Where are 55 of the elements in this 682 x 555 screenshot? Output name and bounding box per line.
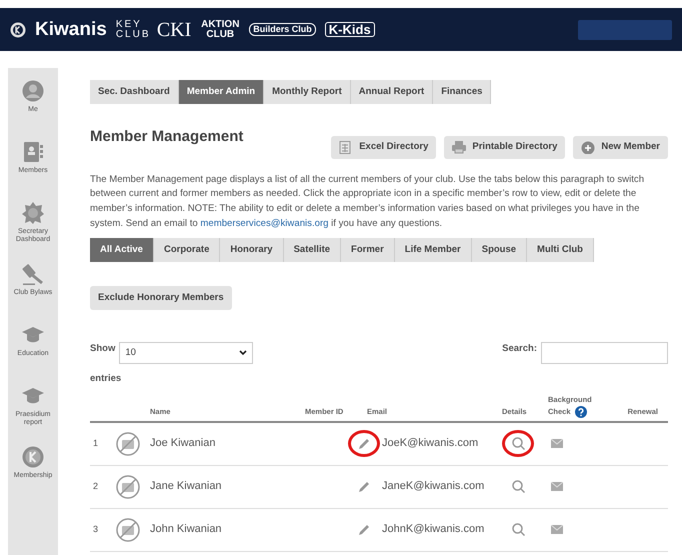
entries-label: entries: [90, 372, 122, 386]
email-text: JoeK@kiwanis.com: [382, 436, 480, 452]
email-text: JohnK@kiwanis.com: [382, 522, 486, 538]
logo-text[interactable]: Builders Club: [249, 23, 316, 36]
toolbar-button[interactable]: Printable Directory: [444, 136, 566, 158]
row-number: 2: [92, 480, 100, 493]
plus-icon: [581, 140, 596, 154]
no-photo-icon: [116, 474, 140, 499]
toolbar-button[interactable]: Excel Directory: [331, 136, 436, 158]
account-panel[interactable]: [578, 20, 672, 40]
row-number: 3: [92, 522, 100, 536]
envelope-icon[interactable]: [551, 439, 563, 448]
search-icon[interactable]: [512, 523, 524, 536]
page-title: Member Management: [90, 128, 244, 146]
edit-icon[interactable]: [358, 524, 370, 536]
logo-text[interactable]: CKI: [156, 20, 192, 40]
envelope-icon[interactable]: [551, 482, 563, 492]
search-icon[interactable]: [512, 437, 524, 450]
description-text: The Member Management page displays a list of all the current members of your club. Use the tabs below this paragraph to switch between current and former members as needed. Click the appropriate icon in a specific member’s row to view, edit or delete the member’s information. NOTE: The ability to edit or delete a member’s information varies based on what privileges you have in the system. Send an email to memberservices@kiwanis.org if you have any questions.: [90, 172, 646, 232]
member-name[interactable]: John Kiwanian: [150, 521, 348, 538]
tab[interactable]: Sec. Dashboard: [90, 80, 179, 104]
address-book-icon[interactable]: [22, 141, 44, 163]
search-label: Search:: [502, 342, 537, 356]
exclude-button[interactable]: Exclude Honorary Members: [90, 286, 232, 310]
chevron-down-icon: [239, 350, 248, 356]
toolbar-button[interactable]: New Member: [573, 136, 668, 158]
gavel-icon[interactable]: [22, 263, 44, 285]
email-text: JaneK@kiwanis.com: [382, 479, 486, 494]
printer-icon: [452, 140, 466, 154]
logo-text[interactable]: AKTION CLUB: [200, 20, 240, 39]
logo-text[interactable]: Kiwanis: [35, 20, 107, 39]
sheet-icon: [339, 140, 354, 154]
filter-tab[interactable]: All Active: [90, 238, 154, 262]
search-icon[interactable]: [512, 480, 524, 494]
member-name[interactable]: Joe Kiwanian: [150, 435, 348, 452]
select-value: 10: [125, 346, 136, 360]
row-number: 1: [92, 436, 100, 450]
edit-icon[interactable]: [358, 438, 370, 450]
no-photo-icon: [116, 518, 140, 542]
person-icon[interactable]: [22, 80, 44, 102]
badge-icon[interactable]: [22, 202, 44, 224]
envelope-icon[interactable]: [551, 525, 563, 534]
kiwanis-emblem-icon: [10, 22, 26, 38]
page-size-select[interactable]: 10: [119, 342, 254, 364]
logo-text[interactable]: K-Kids: [324, 22, 375, 37]
member-name[interactable]: Jane Kiwanian: [150, 478, 348, 495]
no-photo-icon: [116, 432, 140, 456]
logo-text[interactable]: KEY CLUB: [116, 20, 148, 40]
search-field[interactable]: [541, 342, 668, 364]
emblem-icon[interactable]: [22, 446, 44, 468]
email-link[interactable]: memberservices@kiwanis.org: [200, 218, 328, 230]
edit-icon[interactable]: [358, 480, 370, 493]
tab[interactable]: Member Admin: [178, 80, 264, 104]
help-icon[interactable]: [574, 406, 587, 418]
show-label: Show: [90, 342, 116, 356]
